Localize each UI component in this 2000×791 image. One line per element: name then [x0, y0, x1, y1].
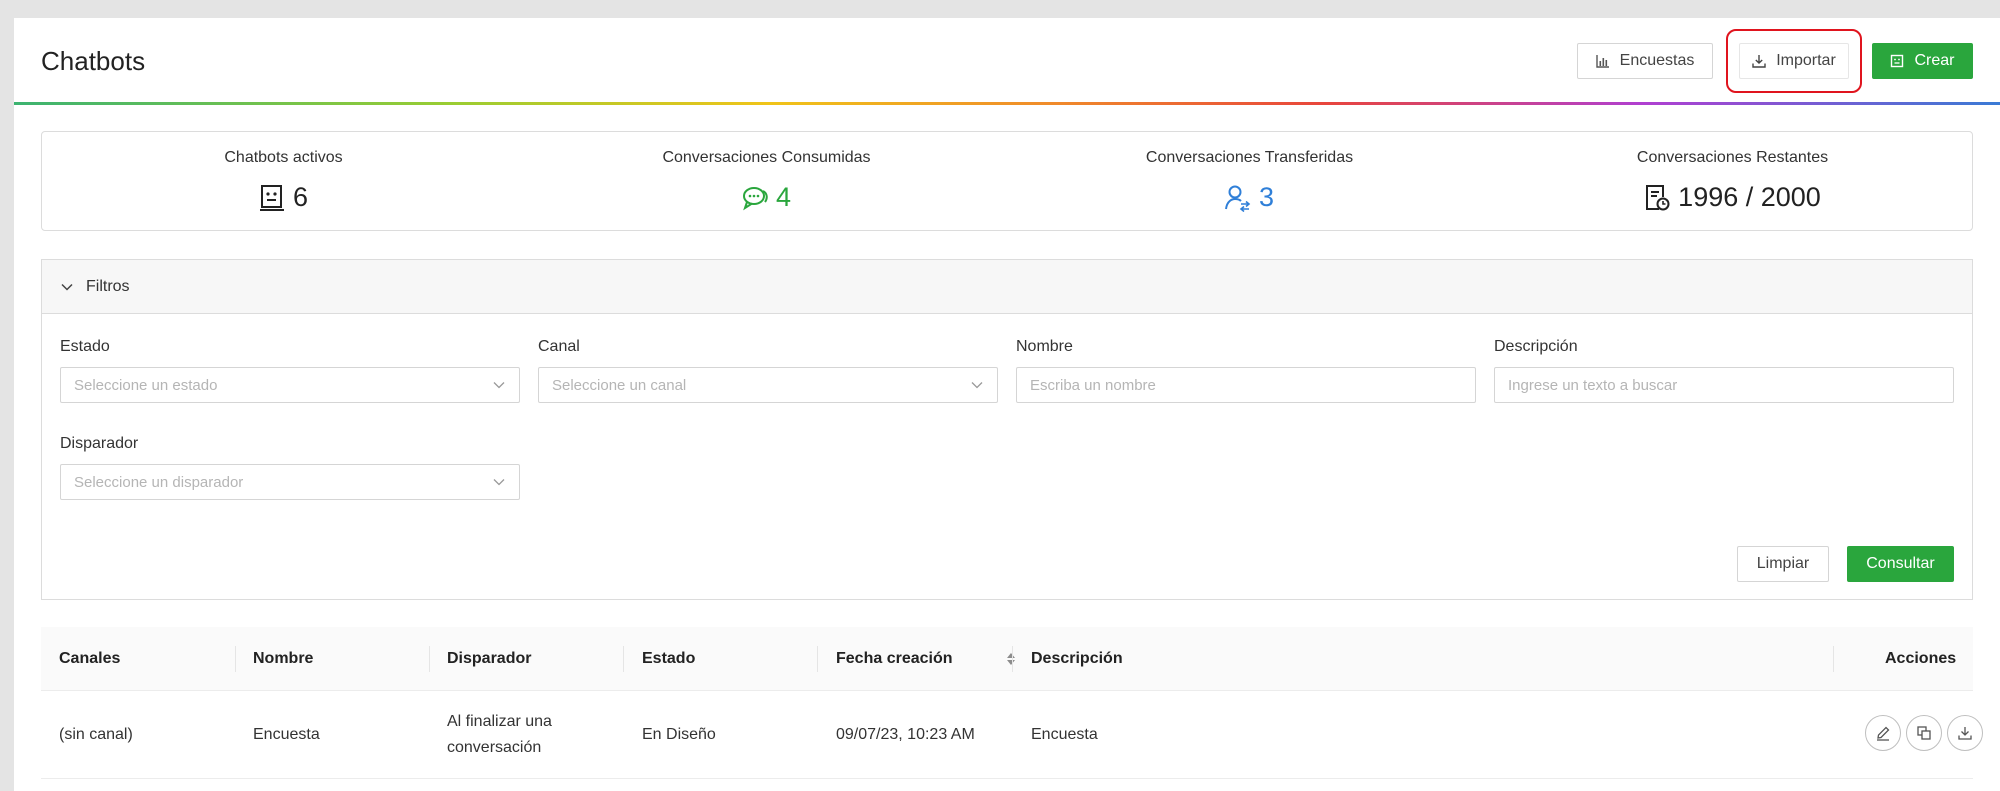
- cell-descripcion: Encuesta: [1031, 726, 1098, 743]
- stat-number: 1996 / 2000: [1678, 182, 1821, 212]
- stat-number: 3: [1258, 182, 1275, 212]
- stat-label: Conversaciones Consumidas: [662, 149, 871, 166]
- robot-icon: [1891, 54, 1904, 68]
- filters-title: Filtros: [86, 277, 130, 295]
- bar-chart-icon: [1595, 55, 1609, 68]
- disparador-placeholder: Seleccione un disparador: [74, 473, 244, 491]
- cell-nombre: Encuesta: [253, 726, 320, 743]
- pencil-icon: [1877, 726, 1890, 741]
- table-row: (sin canal) Encuesta Al finalizar una co…: [41, 691, 1983, 779]
- chat-bubbles-icon: [742, 186, 768, 210]
- stat-label: Chatbots activos: [224, 149, 343, 166]
- importar-highlight: [1726, 29, 1862, 93]
- page-header: Chatbots Encuestas Importar Crear: [14, 18, 2000, 105]
- consultar-button[interactable]: Consultar: [1847, 546, 1954, 582]
- disparador-select[interactable]: Seleccione un disparador: [60, 464, 520, 500]
- descripcion-input[interactable]: [1494, 367, 1954, 403]
- nombre-input[interactable]: [1016, 367, 1476, 403]
- stat-label: Conversaciones Transferidas: [1145, 149, 1354, 166]
- stat-label: Conversaciones Restantes: [1636, 149, 1829, 166]
- stat-value: 1996 / 2000: [1491, 182, 1974, 213]
- nombre-label: Nombre: [1016, 338, 1073, 355]
- sort-icon: [1007, 653, 1015, 665]
- estado-label: Estado: [60, 338, 110, 355]
- column-separator: [817, 646, 818, 672]
- column-nombre: Nombre: [253, 650, 314, 667]
- stat-value: 4: [525, 182, 1008, 213]
- cell-disparador-line1: Al finalizar una: [447, 713, 552, 730]
- stat-number: 4: [775, 182, 792, 212]
- encuestas-label: Encuestas: [1619, 52, 1695, 69]
- cell-canales: (sin canal): [59, 726, 133, 743]
- stat-number: 6: [292, 182, 309, 212]
- stat-value: 6: [42, 182, 525, 213]
- table-header: Canales Nombre Disparador Estado Fecha c…: [41, 627, 1973, 691]
- robot-icon: [259, 184, 284, 211]
- copy-icon: [1917, 726, 1931, 740]
- estado-placeholder: Seleccione un estado: [74, 376, 218, 394]
- page: Chatbots Encuestas Importar Crear Chatbo…: [14, 18, 2000, 791]
- stat-value: 3: [1008, 182, 1491, 213]
- export-button[interactable]: [1947, 715, 1983, 751]
- canal-select[interactable]: Seleccione un canal: [538, 367, 998, 403]
- document-clock-icon: [1646, 184, 1670, 210]
- column-fecha[interactable]: Fecha creación: [836, 627, 1016, 691]
- column-separator: [235, 646, 236, 672]
- download-icon: [1958, 727, 1972, 740]
- stat-conversaciones-restantes: Conversaciones Restantes 1996 / 2000: [1491, 132, 1974, 230]
- cell-disparador: Al finalizar una conversación: [447, 691, 552, 779]
- chevron-down-icon: [61, 283, 73, 291]
- stats-panel: Chatbots activos 6 Conversaciones Consum…: [41, 131, 1973, 231]
- canal-label: Canal: [538, 338, 580, 355]
- column-separator: [623, 646, 624, 672]
- chevron-down-icon: [493, 479, 505, 486]
- column-separator: [429, 646, 430, 672]
- canal-placeholder: Seleccione un canal: [552, 376, 687, 394]
- disparador-label: Disparador: [60, 435, 139, 452]
- column-separator: [1833, 646, 1834, 672]
- column-canales: Canales: [59, 650, 121, 667]
- column-acciones: Acciones: [1885, 650, 1957, 667]
- chevron-down-icon: [971, 382, 983, 389]
- descripcion-label: Descripción: [1494, 338, 1578, 355]
- filters-toggle[interactable]: Filtros: [42, 260, 1972, 314]
- stat-chatbots-activos: Chatbots activos 6: [42, 132, 525, 230]
- estado-select[interactable]: Seleccione un estado: [60, 367, 520, 403]
- cell-disparador-line2: conversación: [447, 739, 542, 756]
- column-descripcion: Descripción: [1031, 650, 1123, 667]
- limpiar-button[interactable]: Limpiar: [1737, 546, 1829, 582]
- stat-conversaciones-transferidas: Conversaciones Transferidas 3: [1008, 132, 1491, 230]
- header-divider: [14, 102, 2000, 105]
- stat-conversaciones-consumidas: Conversaciones Consumidas 4: [525, 132, 1008, 230]
- page-title: Chatbots: [41, 46, 146, 76]
- column-estado: Estado: [642, 650, 696, 667]
- column-disparador: Disparador: [447, 650, 532, 667]
- crear-label: Crear: [1914, 52, 1955, 69]
- user-transfer-icon: [1224, 185, 1251, 212]
- edit-button[interactable]: [1865, 715, 1901, 751]
- cell-fecha: 09/07/23, 10:23 AM: [836, 726, 975, 743]
- consultar-label: Consultar: [1866, 555, 1935, 572]
- cell-estado: En Diseño: [642, 726, 716, 743]
- column-fecha-label: Fecha creación: [836, 650, 953, 667]
- duplicate-button[interactable]: [1906, 715, 1942, 751]
- chevron-down-icon: [493, 382, 505, 389]
- column-separator: [1012, 646, 1013, 672]
- limpiar-label: Limpiar: [1756, 555, 1810, 572]
- filters-panel: Filtros Estado Seleccione un estado Cana…: [41, 259, 1973, 600]
- encuestas-button[interactable]: Encuestas: [1577, 43, 1713, 79]
- crear-button[interactable]: Crear: [1872, 43, 1973, 79]
